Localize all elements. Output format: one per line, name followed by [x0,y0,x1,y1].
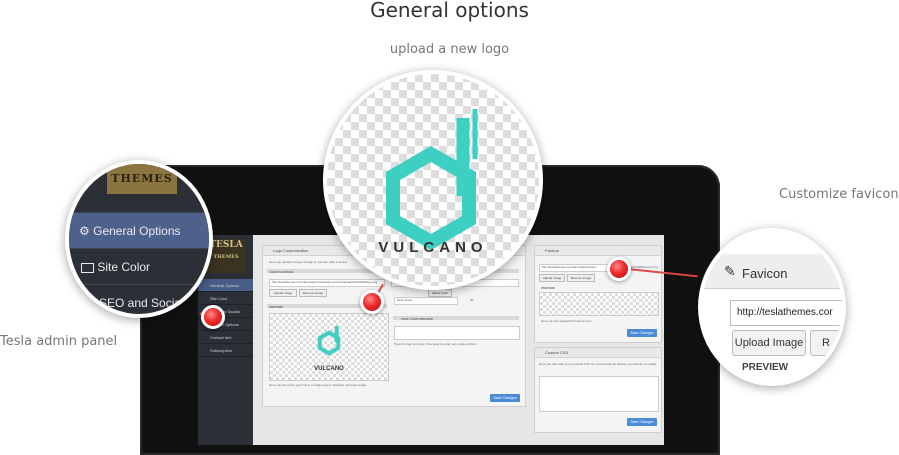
favicon-url-field[interactable]: http://teslathemes.cor [730,300,842,326]
logo-caption: upload a new logo [389,42,510,57]
sidebar-magnifier: THEMES ⚙ General Options Site Color SEO … [65,160,213,318]
vulcano-logo: VULCANO [378,109,487,256]
edit-icon: ✎ [724,263,736,279]
custom-css-textarea[interactable] [539,376,659,412]
favicon-upload-image-button[interactable]: Upload Image [732,330,806,356]
select-color-button[interactable]: Select Color [428,289,452,297]
logo-as-image-label: LOGO AS IMAGE [269,270,294,274]
favicon-magnifier: ✎ Favicon http://teslathemes.cor Upload … [698,228,846,386]
logo-text: VULCANO [378,239,487,256]
css-save-button[interactable]: Save Changes [627,418,657,426]
logo-intro: Here you upload a image as logo or you c… [269,260,348,264]
lens-item-label: General Options [93,224,181,238]
page-title: General options [370,0,529,22]
image-icon [81,262,94,273]
lens-item-label: SEO and Socials [99,296,190,310]
favicon-preview-label: PREVIEW [541,286,555,290]
favicon-remove-button[interactable]: Remove Image [567,274,595,282]
favicon-panel: Favicon http://teslathemes.com/demo/wp/v… [534,245,662,343]
sidebar-item-contact[interactable]: Contact Info [198,331,253,344]
hotspot-dot [360,290,384,314]
favicon-panel-heading: Favicon [535,246,661,256]
gear-icon: ⚙ [79,224,90,238]
logo-save-button[interactable]: Save Changes [490,394,520,402]
favicon-preview-label: PREVIEW [742,362,789,373]
svg-text:VULCANO: VULCANO [314,366,344,372]
favicon-save-button[interactable]: Save Changes [627,329,657,337]
lens-item-general-options[interactable]: ⚙ General Options [69,212,209,248]
hotspot-dot [201,305,225,329]
upload-image-button[interactable]: Upload Image [269,289,297,297]
favicon-url-input[interactable]: http://teslathemes.com/demo/wp/vulcano [539,264,613,272]
lens-item-site-color[interactable]: Site Color [69,248,209,284]
favicon-remove-image-button[interactable]: R [810,330,842,356]
favicon-note: Here you can upload the Favicon icon. [541,319,593,323]
lens-item-seo-socials[interactable]: SEO and Socials [69,284,209,314]
logo-url-input[interactable]: http://teslathemes.com/demo/wp/vulcano/w… [269,279,385,287]
admin-caption: Tesla admin panel [0,334,118,349]
lens-item-label: Site Color [97,260,151,274]
favicon-preview [539,292,659,316]
preview-label: PREVIEW [269,305,283,309]
css-note: Here you can write your personal CSS for… [539,362,657,366]
sidebar-item-subscription[interactable]: Subscription [198,344,253,357]
logo-preview: VULCANO [269,313,389,381]
favicon-lens-heading: Favicon [742,266,788,281]
logo-magnifier: VULCANO [323,70,543,290]
text-logo-preview-label: TEXT LOGO PREVIEW [401,317,434,321]
text-logo-preview-box [394,326,520,340]
vulcano-logo-small: VULCANO [314,326,344,372]
remove-image-button[interactable]: Remove Image [299,289,327,297]
font-select[interactable]: Open Sans [394,297,458,305]
css-panel-heading: Custom CSS [535,348,661,358]
themes-brand: THEMES [111,172,173,185]
font-size-value: 30 [470,298,474,302]
hotspot-dot [607,257,631,281]
text-logo-note: Type the logo text here, then select a c… [394,342,477,346]
css-panel: Custom CSS Here you can write your perso… [534,347,662,433]
favicon-caption: Customize favicon [779,187,899,202]
favicon-upload-button[interactable]: Upload Image [539,274,565,282]
preview-note: Here you can insert your link to a image… [269,383,367,387]
